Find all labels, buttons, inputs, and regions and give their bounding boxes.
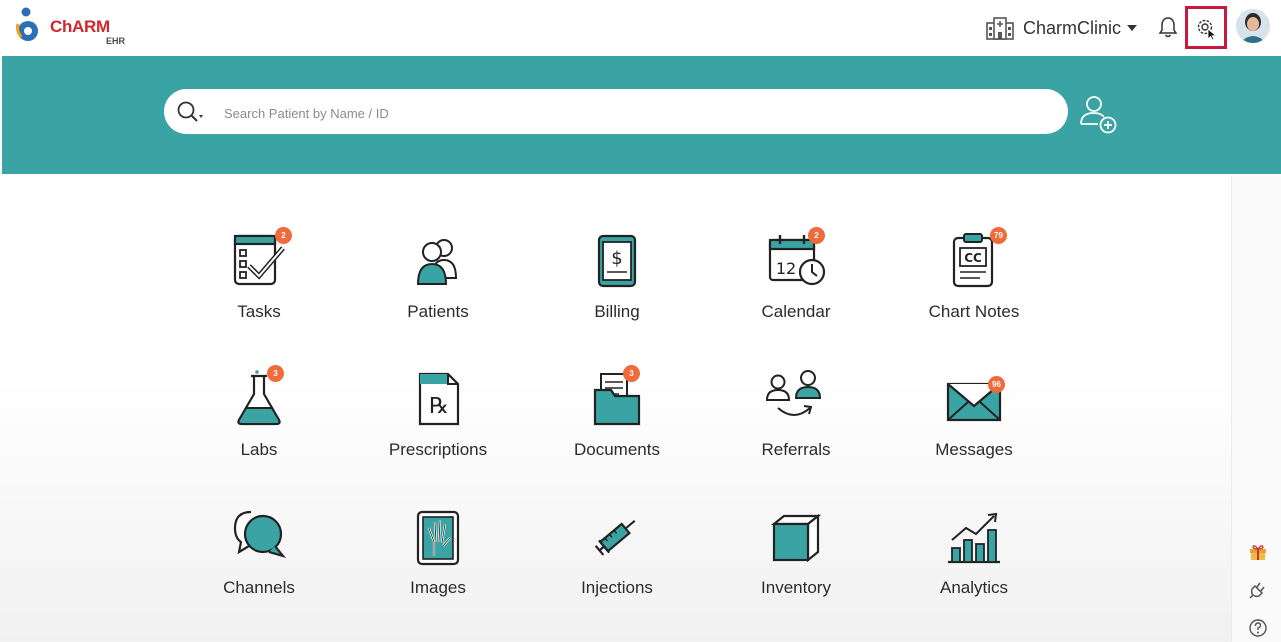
module-prescriptions[interactable]: ℞ Prescriptions [358,368,518,486]
logo-subtext: EHR [106,36,126,46]
chart-notes-count-badge: 79 [990,227,1007,244]
module-label: Patients [407,302,469,321]
syringe-icon [594,520,636,556]
module-calendar[interactable]: 12 2 Calendar [716,227,876,348]
patient-search-bar[interactable] [164,89,1068,134]
top-bar: ChARM EHR CharmClinic [0,0,1281,56]
module-label: Prescriptions [388,440,488,459]
module-patients[interactable]: Patients [358,230,518,348]
search-banner [2,56,1281,174]
gear-icon [1197,19,1217,40]
module-channels[interactable]: Channels [179,506,339,624]
module-inventory[interactable]: Inventory [716,506,876,624]
module-label: Analytics [939,578,1009,597]
billing-icon: $ [597,234,637,288]
help-icon[interactable] [1248,618,1268,638]
clinic-selector[interactable]: CharmClinic [985,14,1138,42]
xray-hand-icon [416,510,460,566]
bell-icon[interactable] [1157,15,1179,39]
calendar-day-number: 12 [776,259,796,278]
module-label: Images [410,578,466,597]
module-label: Calendar [761,302,831,321]
module-label: Injections [581,578,653,597]
patient-search-input[interactable] [222,100,1046,126]
add-patient-icon[interactable] [1076,92,1122,138]
module-referrals[interactable]: Referrals [716,368,876,486]
chat-bubbles-icon [233,510,287,559]
module-label: Documents [574,440,660,459]
module-billing[interactable]: $ Billing [537,230,697,348]
user-photo-icon [1236,9,1270,43]
module-analytics[interactable]: Analytics [894,506,1054,624]
svg-text:℞: ℞ [429,394,449,419]
module-images[interactable]: Images [358,506,518,624]
referrals-icon [765,370,822,416]
calendar-count-badge: 2 [808,227,825,244]
svg-text:$: $ [611,248,622,269]
documents-count-badge: 3 [623,365,640,382]
module-label: Tasks [237,302,281,321]
module-tasks[interactable]: 2 Tasks [179,227,339,348]
module-label: Inventory [761,578,831,597]
hospital-building-icon [986,17,1014,40]
messages-count-badge: 96 [988,376,1005,393]
search-icon[interactable] [176,99,206,125]
settings-button[interactable] [1185,6,1227,49]
patients-icon [416,239,458,285]
module-labs[interactable]: 3 Labs [179,365,339,486]
charm-ehr-logo[interactable]: ChARM EHR [14,6,134,52]
analytics-chart-icon [948,512,1000,564]
module-documents[interactable]: 3 Documents [537,365,697,486]
labs-count-badge: 3 [267,365,284,382]
module-label: Labs [240,440,278,459]
user-avatar[interactable] [1236,9,1270,43]
module-label: Chart Notes [928,302,1020,321]
module-label: Billing [594,302,640,321]
tasks-count-badge: 2 [275,227,292,244]
prescription-rx-icon: ℞ [418,372,460,426]
module-label: Messages [935,440,1013,459]
logo-text: ChARM [50,17,110,36]
box-cube-icon [770,513,822,563]
module-messages[interactable]: 96 Messages [894,368,1054,486]
module-label: Channels [223,578,295,597]
plug-icon[interactable] [1248,580,1268,600]
gift-icon[interactable] [1248,542,1268,562]
svg-text:CC: CC [964,251,982,265]
module-chart-notes[interactable]: CC 79 Chart Notes [894,227,1054,348]
logo-mark-icon [15,7,38,41]
right-utility-rail [1231,176,1281,642]
clinic-name: CharmClinic [1023,17,1122,38]
module-injections[interactable]: Injections [537,506,697,624]
module-label: Referrals [761,440,831,459]
chevron-down-icon [1127,25,1138,31]
